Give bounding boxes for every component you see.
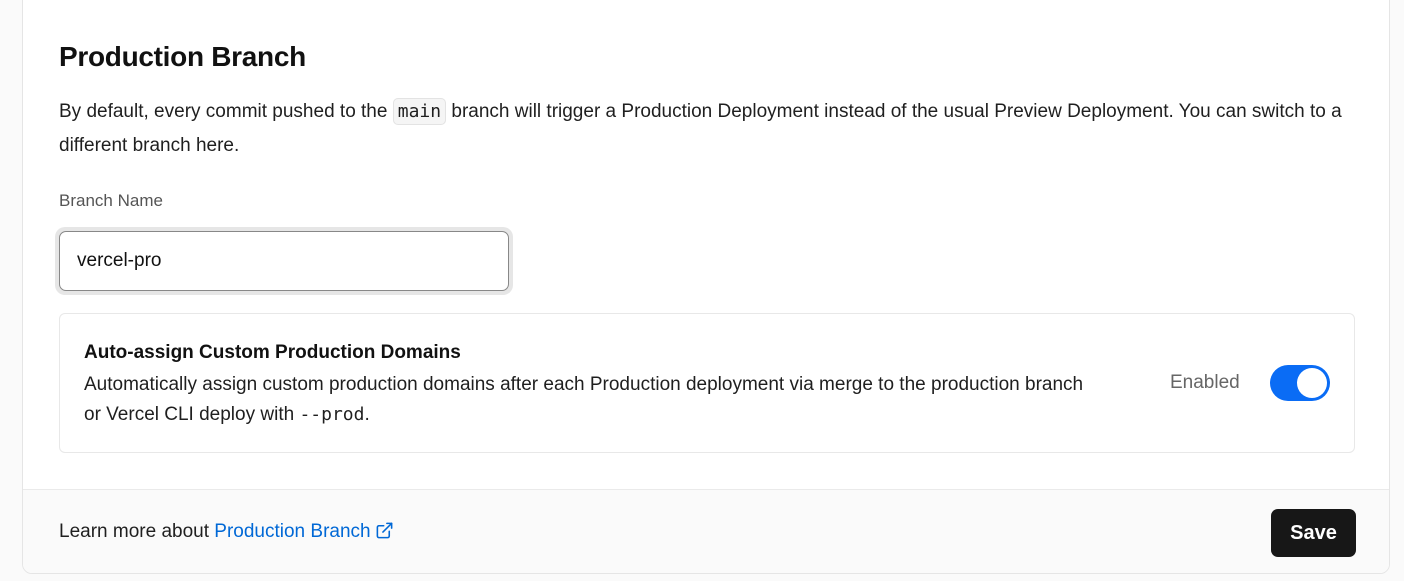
auto-assign-toggle[interactable] (1270, 365, 1330, 401)
section-title: Production Branch (59, 41, 306, 72)
toggle-knob (1297, 368, 1327, 398)
card-footer: Learn more about Production Branch Save (23, 489, 1389, 573)
production-branch-card: Production Branch By default, every comm… (22, 0, 1390, 574)
save-button[interactable]: Save (1271, 509, 1356, 557)
branch-name-label: Branch Name (59, 191, 163, 210)
auto-assign-title: Auto-assign Custom Production Domains (84, 342, 461, 363)
production-branch-link-text: Production Branch (214, 521, 371, 542)
auto-assign-text: Automatically assign custom production d… (84, 374, 1084, 425)
learn-more-text: Learn more about (59, 521, 209, 542)
external-link-icon (375, 521, 394, 546)
branch-name-focus-ring (55, 227, 513, 295)
section-description: By default, every commit pushed to the m… (59, 95, 1359, 163)
production-branch-link[interactable]: Production Branch (214, 521, 393, 542)
auto-assign-status: Enabled (1170, 372, 1240, 393)
branch-name-input[interactable] (59, 231, 509, 291)
card-body: Production Branch By default, every comm… (23, 0, 1389, 489)
prod-flag-code: --prod (299, 404, 365, 425)
auto-assign-description: Automatically assign custom production d… (84, 370, 1094, 430)
description-text-start: By default, every commit pushed to the (59, 101, 388, 122)
auto-assign-text-end: . (364, 404, 370, 425)
learn-more: Learn more about Production Branch (59, 521, 394, 546)
branch-code: main (392, 98, 447, 125)
auto-assign-option: Auto-assign Custom Production Domains Au… (59, 313, 1355, 453)
